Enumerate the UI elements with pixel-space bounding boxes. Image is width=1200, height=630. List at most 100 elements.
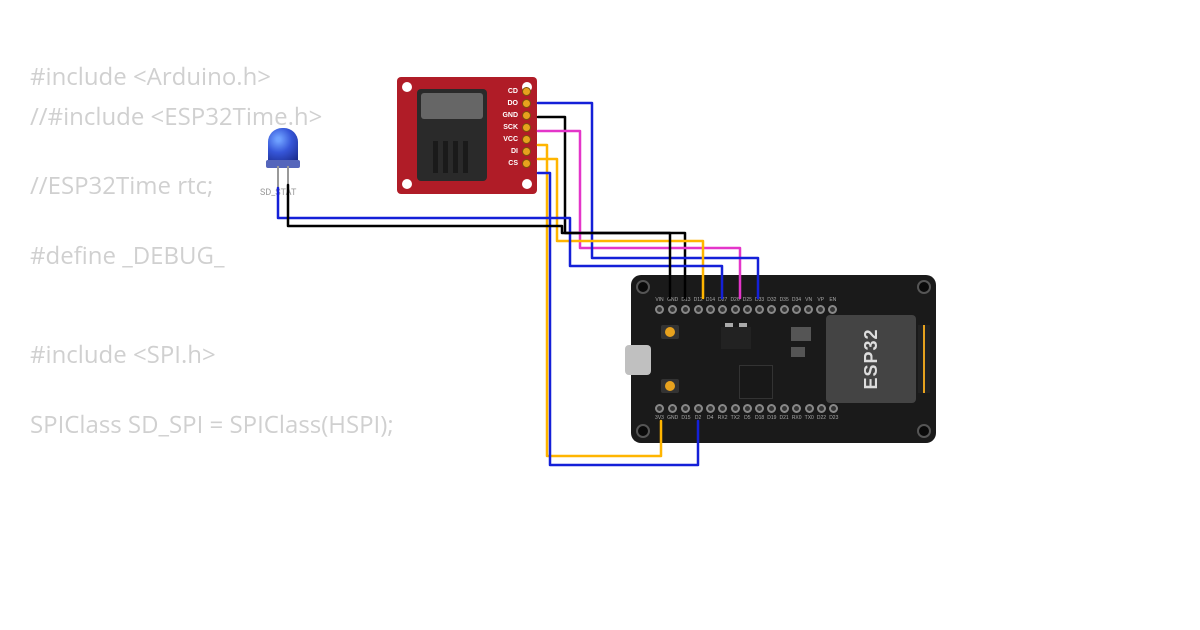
sd-card-module[interactable]: CD DO GND SCK VCC DI CS [397,77,537,194]
code-line: #include <SPI.h> [30,338,394,372]
esp32-pin-3v3[interactable]: 3V3 [655,404,664,421]
esp32-pin-d35[interactable]: D35 [780,297,789,314]
sd-pin-header: CD DO GND SCK VCC DI CS [502,87,531,168]
pin-label: D19 [767,415,776,421]
esp32-pin-d4[interactable]: D4 [706,404,715,421]
esp32-pin-d25[interactable]: D25 [743,297,752,314]
esp32-pin-d14[interactable]: D14 [706,297,715,314]
led-component[interactable] [268,128,298,183]
pin-label: D14 [706,297,715,303]
pin-hole[interactable] [706,305,715,314]
sd-pin-label: CD [508,88,518,95]
pin-hole[interactable] [743,404,752,413]
esp32-bottom-pinrow: 3V3GNDD15 D2 D4 RX2TX2 D5 D18D19 D21RX0TX0D22D… [655,404,838,421]
sd-pin-cs[interactable] [522,159,531,168]
pin-hole[interactable] [694,305,703,314]
esp32-pin-d13[interactable]: D13 [681,297,690,314]
pin-hole[interactable] [755,404,764,413]
pin-label: D33 [755,297,764,303]
pin-hole[interactable] [792,305,801,314]
esp32-pin-d15[interactable]: D15 [681,404,690,421]
sd-pin-vcc[interactable] [522,135,531,144]
pin-label: D35 [780,297,789,303]
sd-pin-label: CS [508,160,518,167]
pin-label: D23 [829,415,838,421]
pin-hole[interactable] [792,404,801,413]
esp32-pin-vp[interactable]: VP [816,297,825,314]
pin-hole[interactable] [718,404,727,413]
pin-hole[interactable] [780,305,789,314]
pin-label: RX2 [718,415,728,421]
sd-pin-cd[interactable] [522,87,531,96]
esp32-board[interactable]: ESP32 VINGNDD13D12D14D27D26D25D33D32D35D… [631,275,936,443]
esp32-pin-tx2[interactable]: TX2 [731,404,740,421]
pin-hole[interactable] [755,305,764,314]
pin-hole[interactable] [706,404,715,413]
esp32-pin-gnd[interactable]: GND [667,297,678,314]
esp32-pin-rx0[interactable]: RX0 [792,404,802,421]
esp32-pin-tx0[interactable]: TX0 [805,404,814,421]
pin-label: D27 [718,297,727,303]
pin-hole[interactable] [780,404,789,413]
pin-hole[interactable] [731,305,740,314]
pin-hole[interactable] [829,404,838,413]
pin-hole[interactable] [668,404,677,413]
pin-label: D34 [792,297,801,303]
mcu-chip-icon [739,365,773,399]
esp32-pin-d26[interactable]: D26 [730,297,739,314]
pin-hole[interactable] [767,404,776,413]
pin-hole[interactable] [655,305,664,314]
pin-label: D21 [780,415,789,421]
esp32-pin-d22[interactable]: D22 [817,404,826,421]
pin-label: GND [667,415,678,421]
pin-hole[interactable] [743,305,752,314]
esp32-pin-vn[interactable]: VN [804,297,813,314]
esp32-pin-d12[interactable]: D12 [694,297,703,314]
esp32-pin-d19[interactable]: D19 [767,404,776,421]
esp32-pin-d32[interactable]: D32 [767,297,776,314]
wire-gnd [538,117,685,298]
esp32-pin-rx2[interactable]: RX2 [718,404,728,421]
pin-hole[interactable] [694,404,703,413]
pin-hole[interactable] [804,305,813,314]
esp32-pin-d18[interactable]: D18 [755,404,764,421]
pin-label: D13 [681,297,690,303]
esp32-pin-d33[interactable]: D33 [755,297,764,314]
sd-pin-gnd[interactable] [522,111,531,120]
pin-hole[interactable] [731,404,740,413]
esp32-pin-vin[interactable]: VIN [655,297,664,314]
pin-hole[interactable] [817,404,826,413]
pin-label: D4 [707,415,713,421]
pin-label: D15 [681,415,690,421]
pin-hole[interactable] [655,404,664,413]
esp32-pin-d5[interactable]: D5 [743,404,752,421]
esp32-pin-d23[interactable]: D23 [829,404,838,421]
pin-hole[interactable] [828,305,837,314]
usb-port-icon [625,345,651,375]
en-button[interactable] [661,325,679,339]
esp32-pin-d27[interactable]: D27 [718,297,727,314]
pin-label: D5 [744,415,750,421]
sd-pin-label: GND [502,112,518,119]
code-line: #define _DEBUG_ [30,239,394,273]
pin-label: D25 [743,297,752,303]
pin-hole[interactable] [767,305,776,314]
sd-pin-di[interactable] [522,147,531,156]
esp32-pin-gnd[interactable]: GND [667,404,678,421]
pin-hole[interactable] [681,305,690,314]
boot-button[interactable] [661,379,679,393]
esp32-pin-d2[interactable]: D2 [694,404,703,421]
esp32-pin-d21[interactable]: D21 [780,404,789,421]
sd-pin-sck[interactable] [522,123,531,132]
pin-label: TX2 [731,415,740,421]
esp32-pin-en[interactable]: EN [828,297,837,314]
sd-pin-label: VCC [503,136,518,143]
pin-hole[interactable] [668,305,677,314]
pin-hole[interactable] [718,305,727,314]
pin-hole[interactable] [805,404,814,413]
sd-pin-do[interactable] [522,99,531,108]
pin-hole[interactable] [816,305,825,314]
pin-hole[interactable] [681,404,690,413]
pin-label: RX0 [792,415,802,421]
esp32-pin-d34[interactable]: D34 [792,297,801,314]
